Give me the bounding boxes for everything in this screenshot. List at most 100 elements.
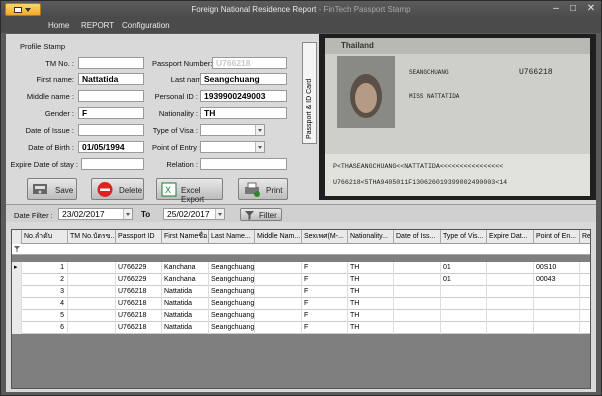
col-nationality[interactable]: Nationality... xyxy=(348,230,394,244)
date-to-picker[interactable]: 25/02/2017 xyxy=(163,208,225,220)
cell-sex[interactable]: F xyxy=(302,310,348,322)
cell-visa[interactable]: 01 xyxy=(441,274,487,286)
cell-nat[interactable]: TH xyxy=(348,322,394,334)
row-header[interactable] xyxy=(12,298,22,310)
print-button[interactable]: Print xyxy=(238,178,288,200)
cell-nat[interactable]: TH xyxy=(348,286,394,298)
col-point-of-entry[interactable]: Point of En... xyxy=(534,230,580,244)
cell-exp[interactable] xyxy=(487,274,534,286)
passport-input[interactable]: U766218 xyxy=(212,57,287,69)
date-from-picker[interactable]: 23/02/2017 xyxy=(58,208,133,220)
cell-pid[interactable]: U766218 xyxy=(116,286,162,298)
cell-visa[interactable] xyxy=(441,310,487,322)
cell-poe[interactable]: 00043 xyxy=(534,274,580,286)
cell-last[interactable]: Seangchuang xyxy=(209,274,255,286)
row-header[interactable] xyxy=(12,286,22,298)
cell-exp[interactable] xyxy=(487,310,534,322)
cell-visa[interactable] xyxy=(441,286,487,298)
cell-last[interactable]: Seangchuang xyxy=(209,310,255,322)
cell-first[interactable]: Nattatida xyxy=(162,286,209,298)
close-button[interactable]: ✕ xyxy=(584,3,598,15)
last-name-input[interactable]: Seangchuang xyxy=(200,73,287,85)
cell-middle[interactable] xyxy=(255,274,302,286)
table-row[interactable]: 5 U766218 Nattatida Seangchuang F TH xyxy=(12,310,590,322)
table-row[interactable]: 2 U766229 Kanchana Seangchuang F TH 01 00043 xyxy=(12,274,590,286)
excel-export-button[interactable]: X Excel Export xyxy=(156,178,223,204)
personal-id-input[interactable]: 1939900249003 xyxy=(200,90,287,102)
col-last-name[interactable]: Last Name... xyxy=(209,230,255,244)
cell-poe[interactable] xyxy=(534,298,580,310)
cell-rel[interactable] xyxy=(580,286,590,298)
cell-exp[interactable] xyxy=(487,286,534,298)
maximize-button[interactable]: □ xyxy=(566,3,580,15)
cell-no[interactable]: 4 xyxy=(22,298,68,310)
row-header[interactable]: ▸ xyxy=(12,262,22,274)
cell-first[interactable]: Kanchana xyxy=(162,262,209,274)
menu-configuration[interactable]: Configuration xyxy=(122,21,170,30)
menu-home[interactable]: Home xyxy=(48,21,69,30)
cell-first[interactable]: Nattatida xyxy=(162,322,209,334)
tm-no-input[interactable] xyxy=(78,57,144,69)
cell-nat[interactable]: TH xyxy=(348,274,394,286)
cell-middle[interactable] xyxy=(255,310,302,322)
cell-doi[interactable] xyxy=(394,310,441,322)
cell-nat[interactable]: TH xyxy=(348,298,394,310)
relation-input[interactable] xyxy=(200,158,287,170)
cell-middle[interactable] xyxy=(255,298,302,310)
cell-poe[interactable] xyxy=(534,310,580,322)
grid-filter-row[interactable] xyxy=(12,244,590,255)
chevron-down-icon[interactable] xyxy=(255,142,264,152)
cell-rel[interactable] xyxy=(580,298,590,310)
cell-tm[interactable] xyxy=(68,322,116,334)
cell-first[interactable]: Nattatida xyxy=(162,298,209,310)
chevron-down-icon[interactable] xyxy=(215,209,224,219)
cell-poe[interactable]: 00S10 xyxy=(534,262,580,274)
cell-sex[interactable]: F xyxy=(302,262,348,274)
cell-middle[interactable] xyxy=(255,286,302,298)
col-first-name[interactable]: First Nameชื่อ xyxy=(162,230,209,244)
cell-sex[interactable]: F xyxy=(302,322,348,334)
row-header[interactable] xyxy=(12,274,22,286)
chevron-down-icon[interactable] xyxy=(255,125,264,135)
cell-pid[interactable]: U766229 xyxy=(116,274,162,286)
tab-passport-id-card[interactable]: Passport & ID Card xyxy=(302,42,317,144)
delete-button[interactable]: Delete xyxy=(91,178,144,200)
cell-sex[interactable]: F xyxy=(302,286,348,298)
cell-nat[interactable]: TH xyxy=(348,310,394,322)
cell-visa[interactable] xyxy=(441,322,487,334)
col-no[interactable]: No.ลำดับ xyxy=(22,230,68,244)
cell-rel[interactable] xyxy=(580,310,590,322)
nationality-input[interactable]: TH xyxy=(200,107,287,119)
cell-rel[interactable] xyxy=(580,262,590,274)
cell-last[interactable]: Seangchuang xyxy=(209,322,255,334)
cell-pid[interactable]: U766218 xyxy=(116,310,162,322)
cell-doi[interactable] xyxy=(394,298,441,310)
middle-name-input[interactable] xyxy=(78,90,144,102)
cell-tm[interactable] xyxy=(68,274,116,286)
gender-input[interactable]: F xyxy=(78,107,144,119)
expire-stay-input[interactable] xyxy=(81,158,144,170)
cell-tm[interactable] xyxy=(68,310,116,322)
col-tm-no[interactable]: TM No.บัตรข... xyxy=(68,230,116,244)
cell-doi[interactable] xyxy=(394,322,441,334)
cell-first[interactable]: Kanchana xyxy=(162,274,209,286)
minimize-button[interactable]: – xyxy=(549,3,563,15)
cell-poe[interactable] xyxy=(534,286,580,298)
table-row[interactable]: ▸ 1 U766229 Kanchana Seangchuang F TH 01 00S10 xyxy=(12,262,590,274)
cell-exp[interactable] xyxy=(487,322,534,334)
cell-tm[interactable] xyxy=(68,286,116,298)
cell-pid[interactable]: U766218 xyxy=(116,322,162,334)
cell-pid[interactable]: U766218 xyxy=(116,298,162,310)
point-entry-select[interactable] xyxy=(200,141,265,153)
table-row[interactable]: 4 U766218 Nattatida Seangchuang F TH xyxy=(12,298,590,310)
cell-last[interactable]: Seangchuang xyxy=(209,262,255,274)
cell-middle[interactable] xyxy=(255,322,302,334)
cell-no[interactable]: 6 xyxy=(22,322,68,334)
cell-tm[interactable] xyxy=(68,298,116,310)
data-grid[interactable]: No.ลำดับ TM No.บัตรข... Passport ID Firs… xyxy=(11,229,591,389)
cell-doi[interactable] xyxy=(394,262,441,274)
cell-nat[interactable]: TH xyxy=(348,262,394,274)
col-date-of-issue[interactable]: Date of Iss... xyxy=(394,230,441,244)
first-name-input[interactable]: Nattatida xyxy=(78,73,144,85)
cell-pid[interactable]: U766229 xyxy=(116,262,162,274)
